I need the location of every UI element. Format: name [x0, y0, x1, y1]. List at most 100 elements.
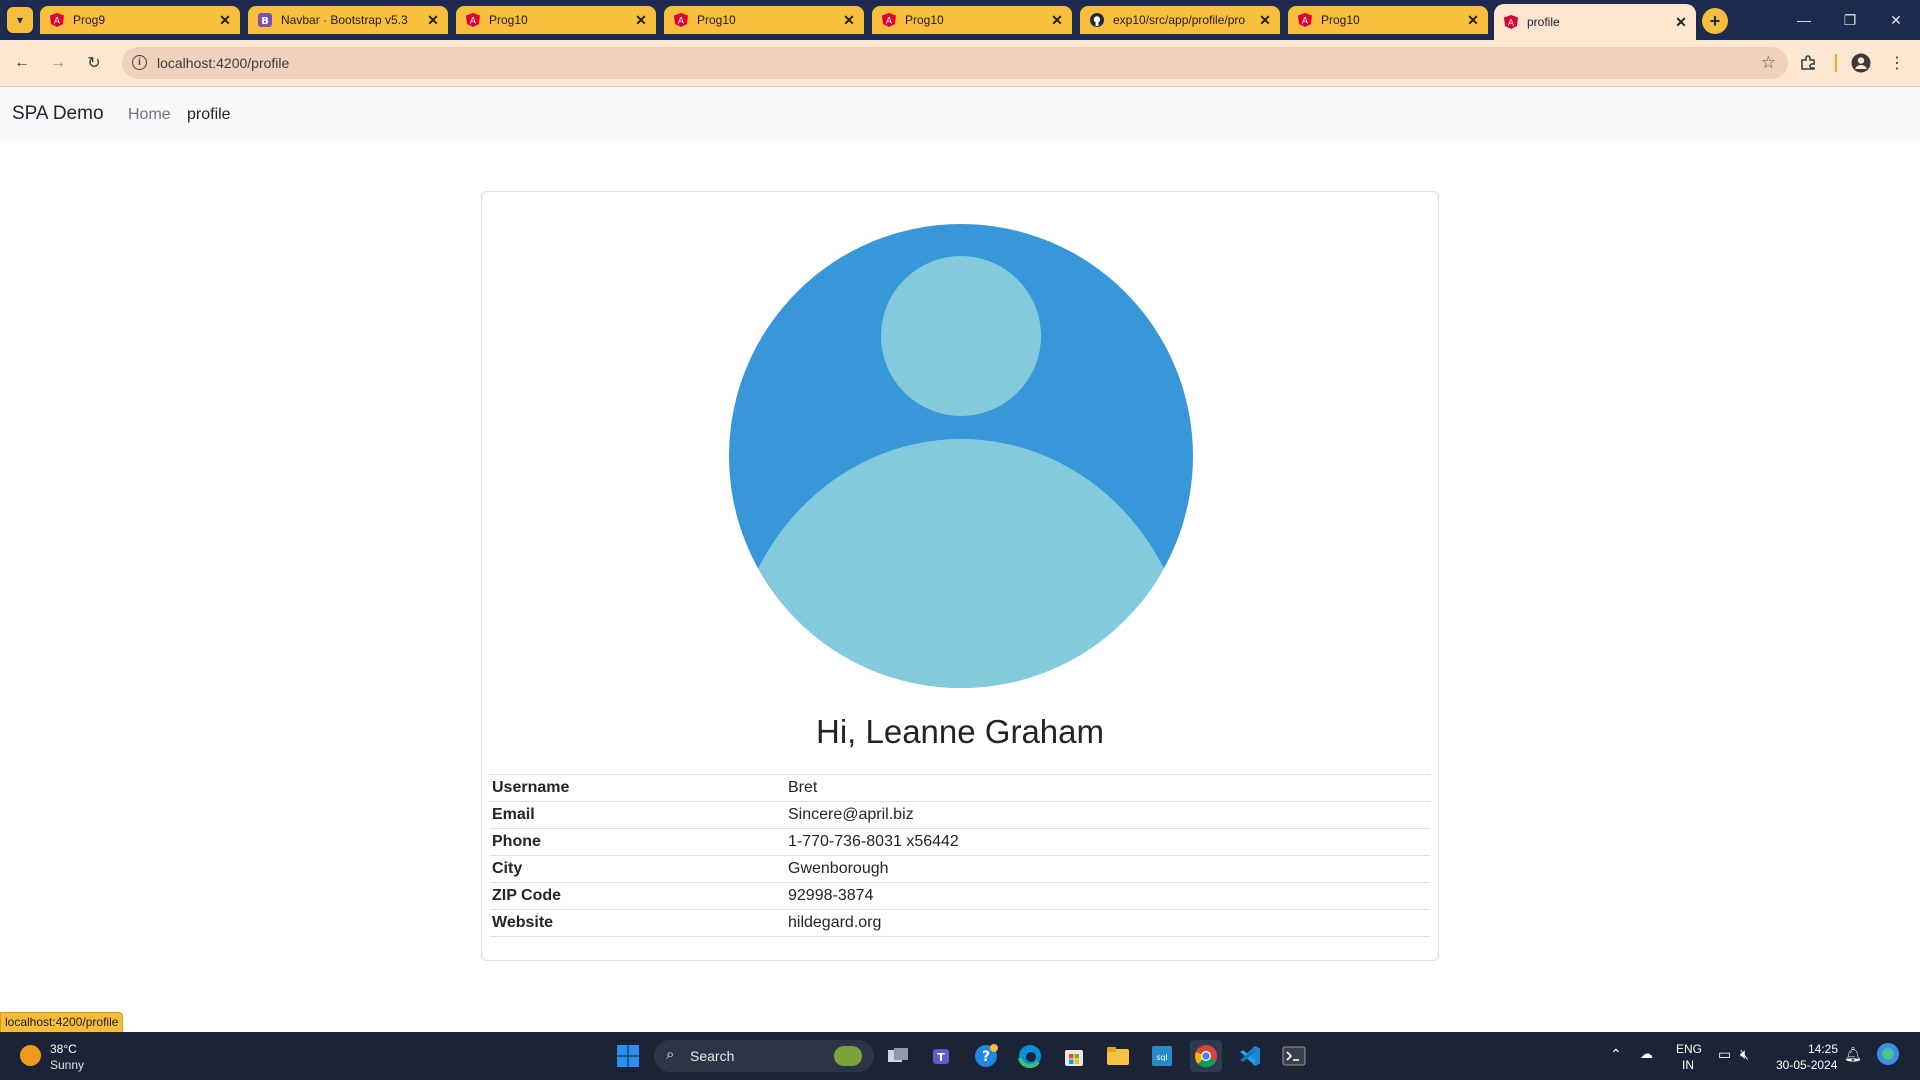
table-row: Phone 1-770-736-8031 x56442: [490, 828, 1430, 856]
more-menu-icon[interactable]: ⋮: [1886, 52, 1908, 74]
minimize-icon[interactable]: —: [1781, 0, 1827, 40]
close-tab-icon[interactable]: ✕: [842, 12, 856, 29]
browser-tab-strip: ▾ A Prog9 ✕ B Navbar · Bootstrap v5.3 ✕ …: [0, 0, 1920, 40]
tab-prog10[interactable]: A Prog10 ✕: [1288, 6, 1488, 34]
svg-text:A: A: [1508, 19, 1515, 29]
speaker-muted-icon[interactable]: 🔇︎: [1740, 1046, 1749, 1063]
sun-icon[interactable]: [20, 1045, 41, 1066]
table-row: ZIP Code 92998-3874: [490, 882, 1430, 910]
profile-details-table: Username Bret Email Sincere@april.biz Phon…: [490, 774, 1430, 937]
angular-icon: A: [466, 13, 480, 27]
copilot-icon[interactable]: [1876, 1042, 1900, 1069]
avatar: [729, 224, 1193, 688]
close-tab-icon[interactable]: ✕: [1674, 14, 1688, 31]
teams-icon[interactable]: T: [926, 1040, 958, 1072]
close-tab-icon[interactable]: ✕: [218, 12, 232, 29]
tab-prog9[interactable]: A Prog9 ✕: [40, 6, 240, 34]
field-label: Phone: [490, 828, 786, 856]
file-explorer-icon[interactable]: [1102, 1040, 1134, 1072]
table-row: Username Bret: [490, 774, 1430, 802]
svg-text:A: A: [886, 17, 893, 27]
tab-prog10[interactable]: A Prog10 ✕: [872, 6, 1072, 34]
svg-text:B: B: [261, 16, 269, 27]
url-text[interactable]: localhost:4200/profile: [157, 55, 289, 71]
task-view-icon[interactable]: [882, 1040, 914, 1072]
network-icon[interactable]: ▭: [1718, 1046, 1731, 1063]
tab-title: profile: [1527, 15, 1560, 29]
nav-link-profile[interactable]: profile: [187, 106, 231, 124]
svg-text:T: T: [937, 1051, 945, 1064]
tab-title: Prog9: [73, 13, 106, 27]
extensions-icon[interactable]: [1797, 52, 1819, 74]
nav-link-home[interactable]: Home: [128, 106, 171, 124]
address-bar[interactable]: i localhost:4200/profile ☆: [122, 47, 1788, 79]
restore-icon[interactable]: ❐: [1827, 0, 1873, 40]
navbar-brand[interactable]: SPA Demo: [12, 103, 104, 125]
svg-text:A: A: [678, 17, 685, 27]
search-highlight-icon: [834, 1046, 862, 1066]
mysql-workbench-icon[interactable]: sql: [1146, 1040, 1178, 1072]
app-navbar: SPA Demo Home profile: [0, 87, 1920, 143]
angular-icon: A: [1298, 13, 1312, 27]
profile-card: Hi, Leanne Graham Username Bret Email Sinc…: [481, 191, 1439, 961]
forward-arrow-icon[interactable]: →: [46, 51, 70, 75]
tab-search-button[interactable]: ▾: [7, 7, 33, 33]
search-icon: ⌕: [666, 1046, 675, 1063]
field-value: Gwenborough: [786, 855, 1430, 883]
back-arrow-icon[interactable]: ←: [10, 51, 34, 75]
angular-icon: A: [50, 13, 64, 27]
region-code[interactable]: IN: [1682, 1058, 1694, 1072]
vscode-icon[interactable]: [1234, 1040, 1266, 1072]
clock-time[interactable]: 14:25: [1808, 1042, 1838, 1056]
toolbar-divider: [1835, 54, 1837, 72]
tab-prog10[interactable]: A Prog10 ✕: [456, 6, 656, 34]
tab-title: Navbar · Bootstrap v5.3: [281, 13, 408, 27]
help-icon[interactable]: ?: [970, 1040, 1002, 1072]
close-tab-icon[interactable]: ✕: [426, 12, 440, 29]
onedrive-icon[interactable]: ☁: [1640, 1046, 1653, 1062]
tab-title: Prog10: [1321, 13, 1360, 27]
tab-navbar-bootstrap[interactable]: B Navbar · Bootstrap v5.3 ✕: [248, 6, 448, 34]
field-label: Email: [490, 801, 786, 829]
close-tab-icon[interactable]: ✕: [634, 12, 648, 29]
edge-browser-icon[interactable]: [1014, 1040, 1046, 1072]
microsoft-store-icon[interactable]: [1058, 1040, 1090, 1072]
clock-date[interactable]: 30-05-2024: [1776, 1058, 1837, 1072]
table-row: City Gwenborough: [490, 855, 1430, 883]
bookmark-star-icon[interactable]: ☆: [1761, 53, 1776, 73]
reload-icon[interactable]: ↻: [82, 51, 106, 75]
language-code[interactable]: ENG: [1676, 1042, 1702, 1056]
weather-condition[interactable]: Sunny: [50, 1058, 84, 1072]
windows-start-icon[interactable]: [612, 1040, 644, 1072]
field-value: 92998-3874: [786, 882, 1430, 910]
chevron-up-icon[interactable]: ⌃: [1610, 1046, 1622, 1063]
browser-toolbar: ← → ↻ i localhost:4200/profile ☆ ⋮: [0, 40, 1920, 87]
field-value: hildegard.org: [786, 909, 1430, 937]
notification-bell-icon[interactable]: 🔔︎: [1844, 1046, 1862, 1063]
tab-github-exp10[interactable]: exp10/src/app/profile/pro ✕: [1080, 6, 1280, 34]
close-window-icon[interactable]: ✕: [1873, 0, 1919, 40]
bootstrap-icon: B: [258, 13, 272, 27]
svg-text:?: ?: [982, 1049, 990, 1065]
field-value: Bret: [786, 774, 1430, 802]
profile-avatar-icon[interactable]: [1850, 52, 1872, 74]
field-label: Website: [490, 909, 786, 937]
chrome-icon[interactable]: [1190, 1040, 1222, 1072]
angular-icon: A: [882, 13, 896, 27]
terminal-icon[interactable]: [1278, 1040, 1310, 1072]
taskbar-search[interactable]: ⌕ Search: [654, 1040, 874, 1072]
weather-temp[interactable]: 38°C: [50, 1042, 77, 1056]
taskbar-search-label: Search: [690, 1048, 735, 1064]
tab-prog10[interactable]: A Prog10 ✕: [664, 6, 864, 34]
tab-title: Prog10: [905, 13, 944, 27]
tab-profile-active[interactable]: A profile ✕: [1494, 4, 1696, 40]
svg-text:A: A: [1302, 17, 1309, 27]
site-info-icon[interactable]: i: [132, 55, 147, 70]
close-tab-icon[interactable]: ✕: [1466, 12, 1480, 29]
svg-text:A: A: [470, 17, 477, 27]
windows-taskbar: 38°C Sunny ⌕ Search T ? sql ⌃ ☁ ENG IN ▭…: [0, 1032, 1920, 1080]
svg-text:sql: sql: [1156, 1053, 1167, 1062]
close-tab-icon[interactable]: ✕: [1050, 12, 1064, 29]
close-tab-icon[interactable]: ✕: [1258, 12, 1272, 29]
new-tab-button[interactable]: +: [1702, 8, 1728, 34]
